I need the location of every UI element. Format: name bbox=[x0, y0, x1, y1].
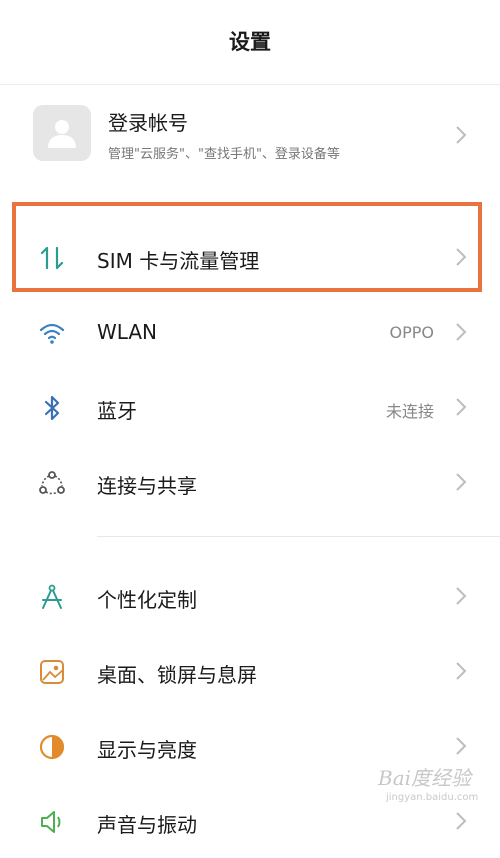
settings-item-label: 连接与共享 bbox=[97, 474, 197, 498]
account-row[interactable]: 登录帐号 管理"云服务"、"查找手机"、登录设备等 bbox=[0, 95, 500, 175]
chevron-right-icon bbox=[454, 586, 468, 606]
page-title: 设置 bbox=[229, 30, 271, 54]
settings-item-label: WLAN bbox=[97, 320, 158, 344]
settings-item-value: OPPO bbox=[389, 323, 434, 342]
settings-item-value: 未连接 bbox=[385, 402, 434, 421]
person-icon bbox=[48, 120, 76, 148]
avatar bbox=[33, 105, 91, 161]
share-icon bbox=[38, 469, 66, 497]
chevron-right-icon bbox=[454, 661, 468, 681]
settings-item-home-lock-screen[interactable]: 桌面、锁屏与息屏 bbox=[0, 634, 500, 708]
wallpaper-icon bbox=[38, 658, 66, 686]
header-divider bbox=[0, 84, 500, 85]
highlight-box bbox=[12, 202, 482, 292]
settings-item-label: 桌面、锁屏与息屏 bbox=[97, 663, 257, 687]
section-divider bbox=[97, 536, 500, 537]
settings-item-label: 蓝牙 bbox=[97, 399, 137, 423]
bluetooth-icon bbox=[38, 394, 66, 422]
settings-item-bluetooth[interactable]: 蓝牙 未连接 bbox=[0, 370, 500, 444]
chevron-right-icon bbox=[454, 322, 468, 342]
brightness-icon bbox=[38, 733, 66, 761]
wifi-icon bbox=[38, 319, 66, 347]
settings-item-personalization[interactable]: 个性化定制 bbox=[0, 559, 500, 633]
settings-item-wlan[interactable]: WLAN OPPO bbox=[0, 295, 500, 369]
watermark-logo: Bai度经验 bbox=[378, 766, 472, 790]
app-header: 设置 bbox=[0, 0, 500, 84]
settings-item-label: 显示与亮度 bbox=[97, 738, 197, 762]
sound-icon bbox=[38, 808, 66, 836]
chevron-right-icon bbox=[454, 125, 468, 145]
chevron-right-icon bbox=[454, 472, 468, 492]
settings-item-label: 个性化定制 bbox=[97, 588, 197, 612]
watermark-url: jingyan.baidu.com bbox=[386, 792, 479, 803]
chevron-right-icon bbox=[454, 736, 468, 756]
personalize-icon bbox=[38, 583, 66, 611]
watermark: Bai度经验 jingyan.baidu.com bbox=[378, 762, 490, 812]
chevron-right-icon bbox=[454, 397, 468, 417]
settings-item-label: 声音与振动 bbox=[97, 813, 197, 837]
account-subtitle: 管理"云服务"、"查找手机"、登录设备等 bbox=[108, 147, 340, 162]
settings-item-connection-sharing[interactable]: 连接与共享 bbox=[0, 445, 500, 519]
chevron-right-icon bbox=[454, 811, 468, 831]
account-title: 登录帐号 bbox=[108, 111, 188, 135]
